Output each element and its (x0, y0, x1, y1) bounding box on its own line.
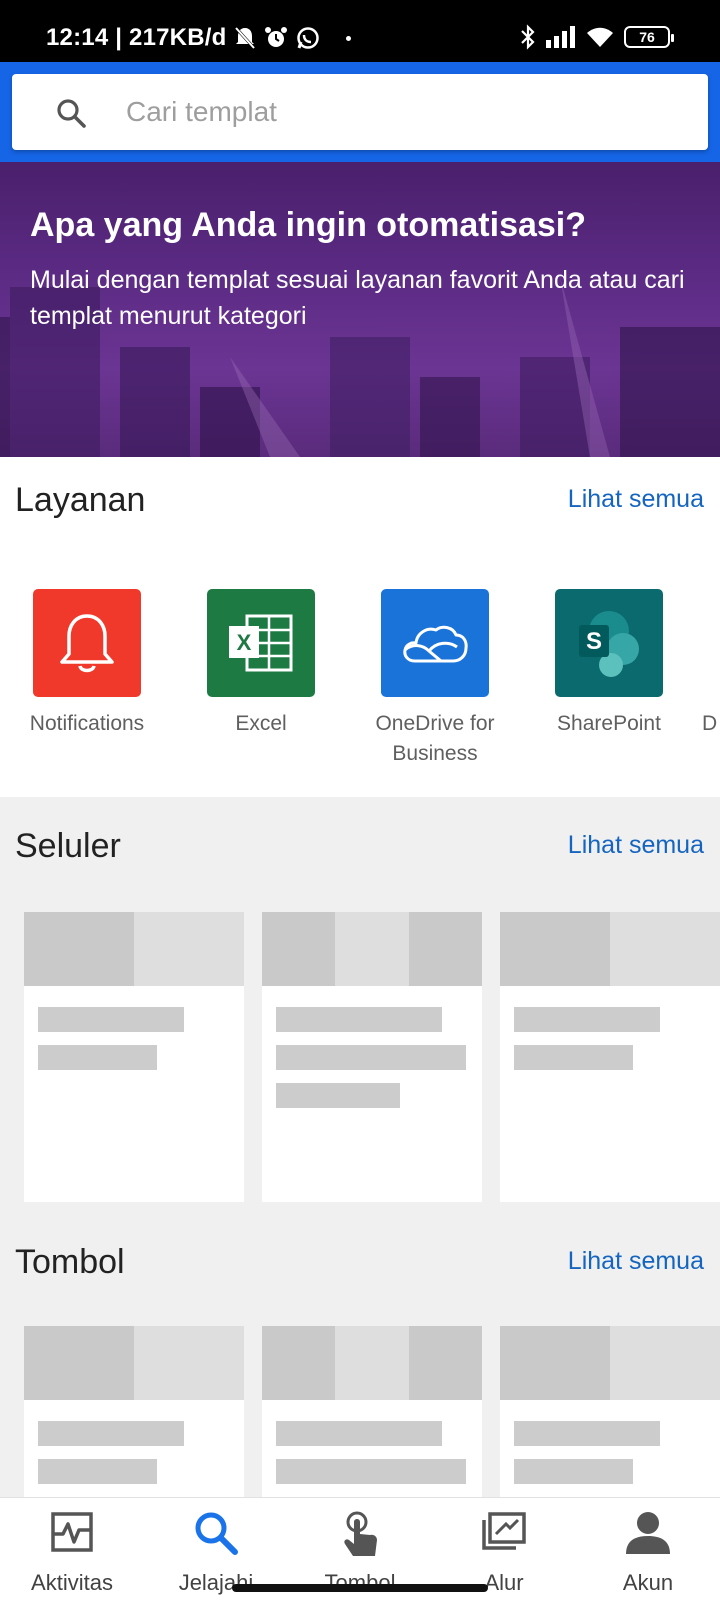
nav-label: Alur (484, 1570, 524, 1595)
hero-title: Apa yang Anda ingin otomatisasi? (30, 206, 587, 244)
gesture-bar[interactable] (232, 1584, 488, 1592)
search-icon (195, 1512, 238, 1555)
cloud-icon (403, 625, 468, 663)
service-excel[interactable]: X Excel (176, 589, 346, 739)
svg-text:S: S (586, 628, 602, 655)
service-sharepoint[interactable]: S SharePoint (524, 589, 694, 739)
template-card-placeholder[interactable] (24, 1326, 244, 1497)
alarm-icon (265, 27, 288, 47)
service-tile: X (207, 589, 315, 697)
template-card-placeholder[interactable] (500, 912, 720, 1202)
buttons-see-all-link[interactable]: Lihat semua (568, 1247, 704, 1276)
hero-banner: Apa yang Anda ingin otomatisasi? Mulai d… (0, 162, 720, 457)
services-see-all-link[interactable]: Lihat semua (568, 485, 704, 514)
sharepoint-icon: S (579, 611, 639, 677)
buttons-title: Tombol (15, 1243, 125, 1281)
template-card-placeholder[interactable] (24, 912, 244, 1202)
excel-icon: X (229, 614, 293, 672)
svg-text:X: X (237, 630, 252, 655)
service-notifications[interactable]: Notifications (2, 589, 172, 739)
search-header: Cari templat (0, 62, 720, 162)
service-tile: S (555, 589, 663, 697)
hero-subtitle: Mulai dengan templat sesuai layanan favo… (30, 266, 685, 330)
mobile-section: Seluler Lihat semua (0, 797, 720, 1207)
status-time: 12:14 | 217KB/d (46, 24, 227, 51)
services-section: Layanan Lihat semua Notifications X Exce… (0, 457, 720, 797)
template-card-placeholder[interactable] (500, 1326, 720, 1497)
signal-icon (546, 26, 575, 48)
nav-item-activity[interactable]: Aktivitas (0, 1498, 144, 1600)
status-bar: 12:14 | 217KB/d 76 (0, 0, 720, 62)
template-card-placeholder[interactable] (262, 912, 482, 1202)
service-label: OneDrive for Business (375, 712, 495, 765)
services-title: Layanan (15, 481, 146, 519)
search-icon (57, 99, 86, 128)
touch-icon (344, 1511, 377, 1556)
service-tile (33, 589, 141, 697)
status-left: 12:14 | 217KB/d (46, 24, 352, 52)
service-partial[interactable]: D (698, 589, 720, 739)
flow-icon (482, 1512, 526, 1550)
nav-label: Akun (622, 1570, 674, 1595)
nav-item-account[interactable]: Akun (576, 1498, 720, 1600)
search-input[interactable]: Cari templat (12, 74, 708, 150)
activity-icon (51, 1512, 93, 1552)
service-tile (381, 589, 489, 697)
bell-icon (60, 614, 114, 673)
battery-indicator: 76 (624, 26, 674, 48)
whatsapp-icon (297, 27, 320, 49)
service-label: Notifications (29, 712, 145, 735)
mute-bell-icon (235, 26, 256, 50)
service-label: Excel (235, 712, 287, 735)
notification-dot (346, 35, 352, 41)
nav-label: Aktivitas (31, 1570, 113, 1595)
service-onedrive[interactable]: OneDrive for Business (350, 589, 520, 769)
status-right: 76 (520, 24, 674, 50)
mobile-title: Seluler (15, 827, 121, 865)
buttons-section: Tombol Lihat semua (0, 1207, 720, 1497)
search-placeholder: Cari templat (126, 96, 277, 127)
mobile-see-all-link[interactable]: Lihat semua (568, 831, 704, 860)
person-icon (626, 1512, 670, 1554)
bluetooth-icon (521, 24, 535, 50)
service-label-partial: D (702, 712, 718, 735)
nav-label: Tombol (324, 1570, 396, 1595)
template-card-placeholder[interactable] (262, 1326, 482, 1497)
wifi-icon (587, 27, 613, 47)
nav-label: Jelajahi (178, 1570, 254, 1595)
service-label: SharePoint (557, 712, 661, 735)
